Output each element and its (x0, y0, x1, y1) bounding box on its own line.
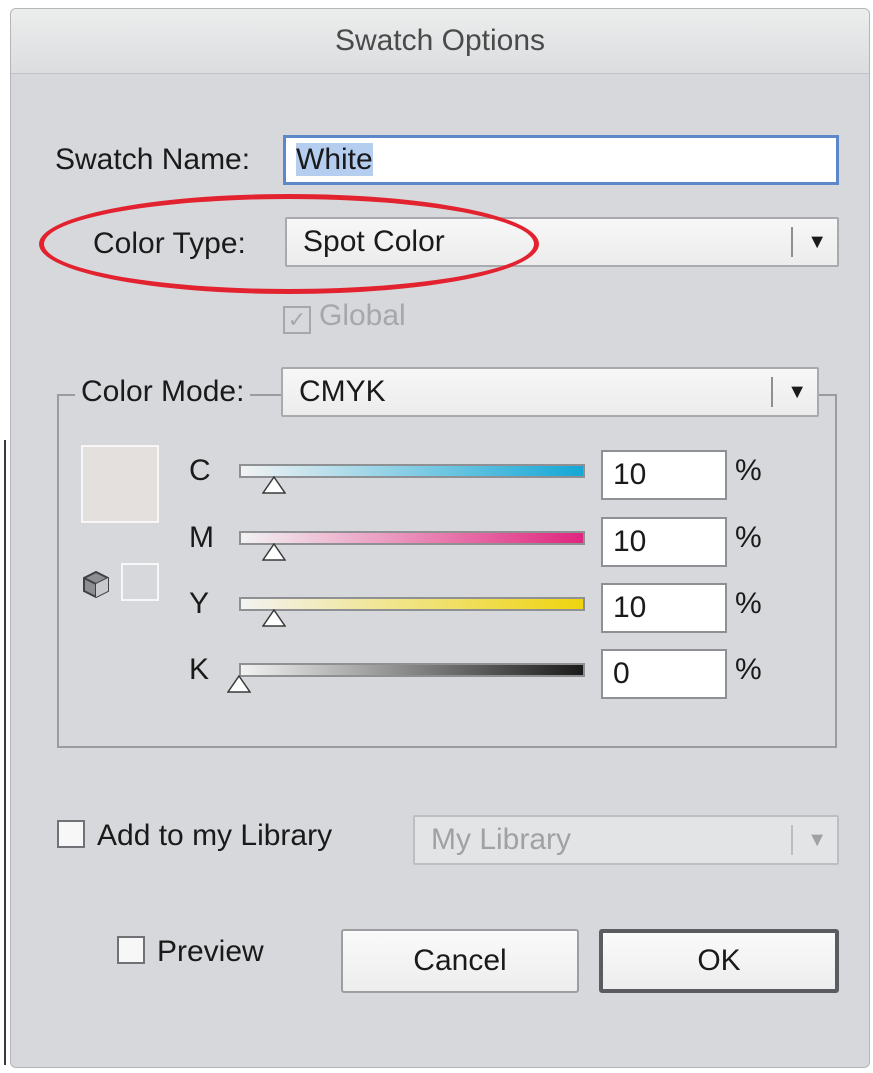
cube-icon (83, 570, 109, 599)
channel-label-y: Y (189, 587, 210, 620)
preview-label: Preview (157, 935, 264, 968)
global-label: Global (319, 299, 406, 332)
color-type-value: Spot Color (303, 225, 445, 258)
window-edge (4, 440, 6, 1065)
percent-unit: % (735, 454, 762, 487)
gamut-swatch[interactable] (121, 563, 159, 601)
slider-track-c[interactable] (239, 464, 585, 478)
triangle-down-icon: ▼ (807, 231, 827, 253)
triangle-down-icon: ▼ (787, 381, 807, 403)
preview-checkbox[interactable] (117, 936, 145, 964)
select-divider (791, 227, 793, 257)
color-mode-value: CMYK (299, 375, 386, 408)
triangle-down-icon: ▼ (807, 829, 827, 851)
select-divider (791, 825, 793, 855)
swatch-options-dialog: Swatch Options Swatch Name: White Color … (10, 8, 870, 1068)
color-type-label: Color Type: (93, 227, 246, 260)
global-checkbox-row[interactable]: ✓ Global (283, 299, 406, 334)
swatch-name-input[interactable]: White (283, 135, 839, 185)
slider-track-k[interactable] (239, 663, 585, 677)
slider-thumb-icon[interactable] (227, 675, 251, 693)
percent-unit: % (735, 587, 762, 620)
global-checkbox[interactable]: ✓ (283, 306, 311, 334)
slider-thumb-icon[interactable] (261, 543, 286, 561)
percent-unit: % (735, 653, 762, 686)
channel-input-y[interactable] (601, 583, 727, 633)
color-type-select[interactable]: Spot Color ▼ (285, 217, 839, 267)
channel-input-c[interactable] (601, 450, 727, 500)
color-mode-label: Color Mode: (75, 375, 251, 409)
slider-thumb-icon[interactable] (261, 476, 286, 494)
add-to-library-label: Add to my Library (97, 819, 333, 852)
slider-track-m[interactable] (239, 531, 585, 545)
select-divider (771, 377, 773, 407)
add-to-library-row[interactable]: Add to my Library (57, 819, 332, 853)
color-preview-swatch (81, 445, 159, 523)
color-mode-select[interactable]: CMYK ▼ (281, 367, 819, 417)
add-to-library-checkbox[interactable] (57, 820, 85, 848)
library-select[interactable]: My Library ▼ (413, 815, 839, 865)
dialog-title: Swatch Options (11, 9, 869, 74)
channel-input-k[interactable] (601, 649, 727, 699)
channel-input-m[interactable] (601, 517, 727, 567)
swatch-name-selected-text: White (296, 143, 373, 176)
library-select-value: My Library (431, 823, 572, 856)
slider-thumb-icon[interactable] (261, 609, 286, 627)
channel-label-c: C (189, 454, 211, 487)
preview-row[interactable]: Preview (117, 935, 264, 969)
swatch-name-label: Swatch Name: (55, 143, 251, 176)
channel-label-k: K (189, 653, 210, 686)
percent-unit: % (735, 521, 762, 554)
ok-button[interactable]: OK (599, 929, 839, 993)
cancel-button[interactable]: Cancel (341, 929, 579, 993)
slider-track-y[interactable] (239, 597, 585, 611)
channel-label-m: M (189, 521, 214, 554)
